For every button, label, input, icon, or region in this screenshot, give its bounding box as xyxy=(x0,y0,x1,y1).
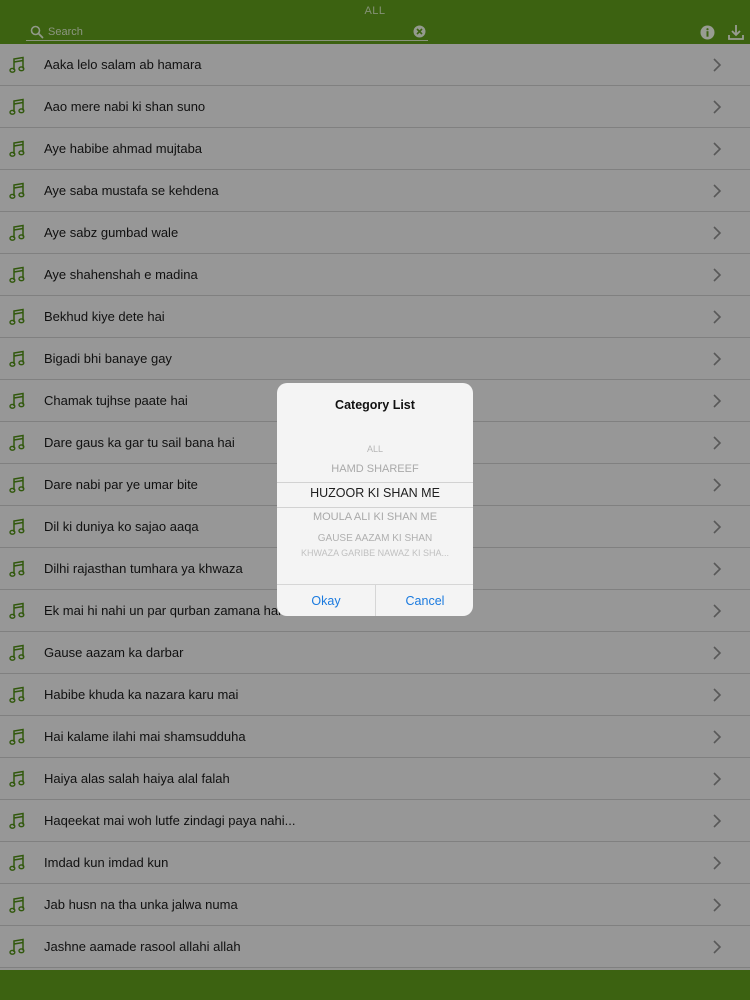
dialog-title: Category List xyxy=(335,398,415,412)
picker-option[interactable]: HAMD SHAREEF xyxy=(277,463,473,475)
cancel-button[interactable]: Cancel xyxy=(375,585,473,616)
picker-option[interactable]: KHWAZA GARIBE NAWAZ KI SHA... xyxy=(277,549,473,557)
category-dialog: Category List ALL HAMD SHAREEF HUZOOR KI… xyxy=(277,383,473,616)
picker-option[interactable]: MOULA ALI KI SHAN ME xyxy=(277,511,473,523)
dialog-buttons: Okay Cancel xyxy=(277,584,473,616)
picker-divider xyxy=(277,482,473,483)
picker-option[interactable]: ALL xyxy=(277,444,473,454)
picker-option[interactable]: GAUSE AAZAM KI SHAN xyxy=(277,533,473,544)
category-picker[interactable]: ALL HAMD SHAREEF HUZOOR KI SHAN ME MOULA… xyxy=(277,423,473,583)
okay-button[interactable]: Okay xyxy=(277,585,375,616)
picker-option-selected[interactable]: HUZOOR KI SHAN ME xyxy=(277,486,473,500)
picker-divider xyxy=(277,507,473,508)
